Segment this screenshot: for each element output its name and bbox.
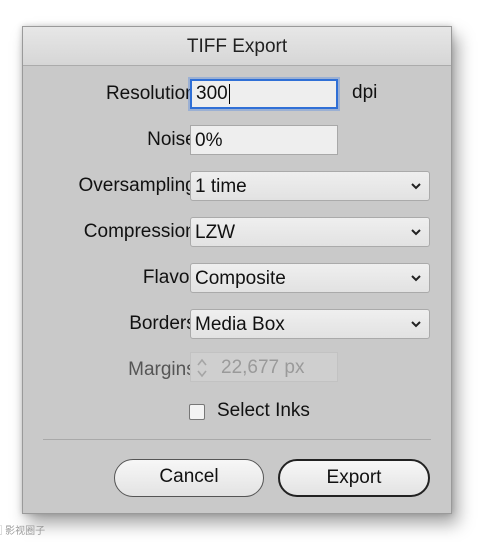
noise-input[interactable]: 0% [190, 125, 338, 155]
oversampling-label: Oversampling: [78, 175, 202, 196]
resolution-input[interactable]: 300 [190, 79, 338, 109]
export-button[interactable]: Export [278, 459, 430, 497]
margins-stepper: 22,677 px [190, 352, 338, 382]
chevron-down-icon [411, 275, 421, 282]
resolution-label: Resolution: [105, 83, 201, 104]
margins-value: 22,677 px [221, 357, 305, 378]
borders-select[interactable]: Media Box [190, 309, 430, 339]
noise-value: 0% [195, 130, 223, 151]
chevron-down-icon [411, 321, 421, 328]
oversampling-value: 1 time [195, 176, 247, 197]
watermark: ⃞ 影视圈子 [2, 526, 46, 537]
select-inks-label[interactable]: Select Inks [217, 400, 310, 422]
dialog-title: TIFF Export [23, 27, 451, 66]
stage: TIFF Export Resolution: 300 dpi Noise: 0… [0, 0, 486, 542]
compression-select[interactable]: LZW [190, 217, 430, 247]
divider [43, 439, 431, 440]
chevron-down-icon [411, 183, 421, 190]
stepper-arrows-icon [197, 358, 207, 378]
compression-label: Compression: [83, 221, 201, 242]
resolution-value: 300 [196, 83, 228, 104]
flavor-select[interactable]: Composite [190, 263, 430, 293]
borders-value: Media Box [195, 314, 285, 335]
resolution-unit: dpi [352, 82, 378, 103]
flavor-value: Composite [195, 268, 286, 289]
oversampling-select[interactable]: 1 time [190, 171, 430, 201]
select-inks-checkbox[interactable] [189, 404, 205, 420]
text-caret [228, 83, 230, 104]
chevron-down-icon [411, 229, 421, 236]
compression-value: LZW [195, 222, 236, 243]
tiff-export-dialog: TIFF Export Resolution: 300 dpi Noise: 0… [22, 26, 452, 514]
cancel-button[interactable]: Cancel [114, 459, 264, 497]
